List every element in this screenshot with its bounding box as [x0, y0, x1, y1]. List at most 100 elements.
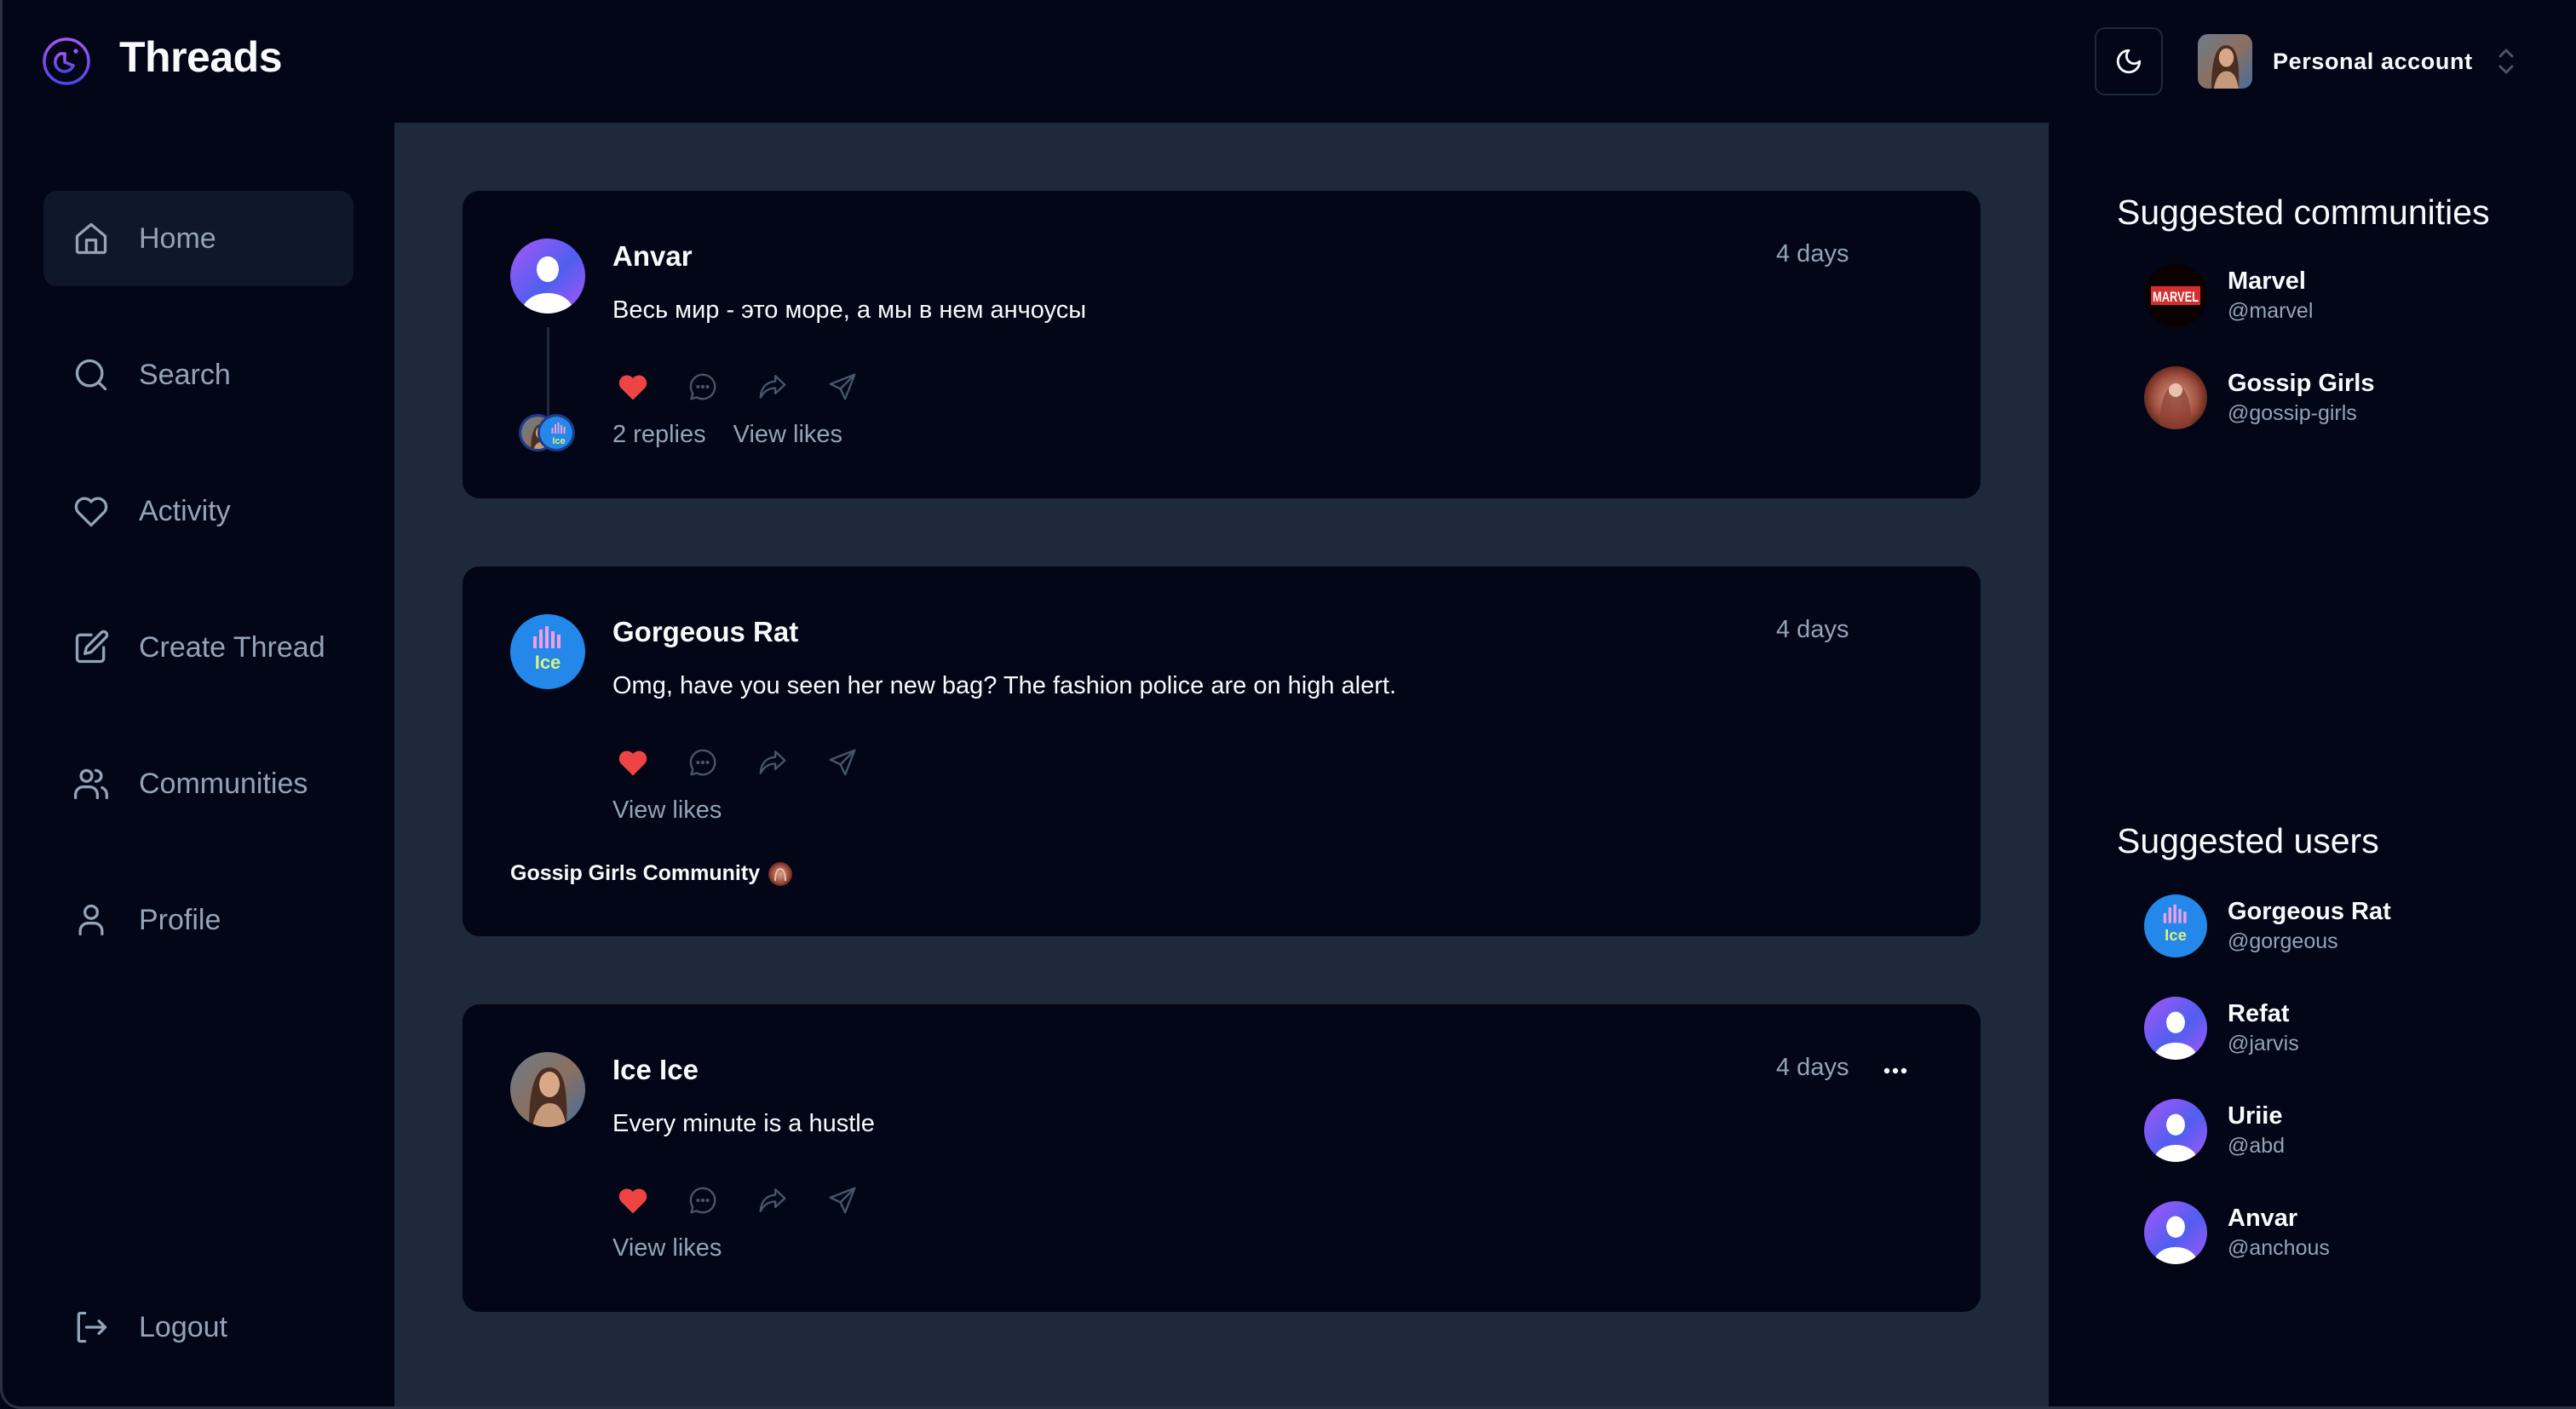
community-handle: @gossip-girls [2228, 401, 2357, 425]
user-handle: @anchous [2228, 1236, 2330, 1260]
reply-icon[interactable] [682, 1180, 723, 1221]
sidebar-item-label: Search [139, 358, 231, 391]
thread-card: Gorgeous Rat 4 days Omg, have you seen h… [463, 566, 1981, 936]
sidebar-item-create-thread[interactable]: Create Thread [43, 600, 354, 695]
thread-actions [612, 742, 863, 783]
user-name: Gorgeous Rat [2228, 898, 2391, 925]
suggested-users-heading: Suggested users [2117, 821, 2379, 860]
community-label: Gossip Girls Community [510, 861, 761, 885]
thread-content: Весь мир - это море, а мы в нем анчоусы [612, 296, 1087, 324]
logout-button[interactable]: Logout [43, 1280, 354, 1375]
view-likes-link[interactable]: View likes [612, 1234, 722, 1262]
theme-toggle-button[interactable] [2095, 27, 2163, 95]
community-name: Gossip Girls [2228, 370, 2375, 397]
thread-time: 4 days [1776, 616, 1849, 643]
user-handle: @jarvis [2228, 1032, 2299, 1055]
threads-logo-icon[interactable] [42, 37, 91, 86]
thread-meta: 2 replies View likes [612, 421, 842, 449]
share-icon[interactable] [822, 1180, 863, 1221]
sidebar-item-label: Profile [139, 903, 221, 936]
search-icon [71, 354, 112, 395]
community-avatar [768, 861, 793, 886]
logout-label: Logout [139, 1310, 227, 1343]
community-item-marvel[interactable]: MARVEL Marvel @marvel [2144, 264, 2313, 327]
thread-actions [612, 1180, 863, 1221]
user-name: Refat [2228, 1000, 2290, 1027]
reply-avatars [519, 414, 575, 451]
sidebar-item-label: Create Thread [139, 630, 325, 664]
sidebar-item-home[interactable]: Home [43, 191, 354, 286]
sidebar: Home Search Activity Create Thread Commu… [3, 123, 394, 1406]
sidebar-item-activity[interactable]: Activity [43, 463, 354, 559]
account-avatar [2198, 34, 2252, 89]
user-avatar [2144, 1201, 2207, 1264]
account-switcher[interactable]: Personal account [2198, 34, 2516, 89]
heart-filled-icon[interactable] [612, 1180, 653, 1221]
author-name[interactable]: Gorgeous Rat [612, 616, 798, 648]
user-name: Anvar [2228, 1205, 2298, 1232]
author-avatar[interactable] [510, 1052, 585, 1127]
thread-line [547, 327, 549, 421]
user-avatar [2144, 1099, 2207, 1162]
community-link[interactable]: Gossip Girls Community [510, 861, 793, 886]
reply-icon[interactable] [682, 742, 723, 783]
thread-meta: View likes [612, 797, 722, 825]
repost-icon[interactable] [752, 742, 793, 783]
thread-content: Every minute is a hustle [612, 1110, 875, 1137]
moon-icon [2114, 47, 2143, 76]
home-icon [71, 218, 112, 259]
heart-filled-icon[interactable] [612, 742, 653, 783]
user-item[interactable]: Gorgeous Rat @gorgeous [2144, 894, 2391, 958]
view-likes-link[interactable]: View likes [612, 797, 722, 825]
user-avatar [2144, 997, 2207, 1060]
reply-icon[interactable] [682, 366, 723, 407]
view-likes-link[interactable]: View likes [733, 421, 842, 449]
thread-meta: View likes [612, 1234, 722, 1262]
top-bar: Threads Personal account [3, 0, 2576, 123]
community-avatar [2144, 366, 2207, 429]
sidebar-item-search[interactable]: Search [43, 327, 354, 423]
sidebar-item-profile[interactable]: Profile [43, 872, 354, 968]
community-avatar: MARVEL [2144, 264, 2207, 327]
community-item-gossip-girls[interactable]: Gossip Girls @gossip-girls [2144, 366, 2374, 429]
edit-icon [71, 627, 112, 668]
share-icon[interactable] [822, 742, 863, 783]
sidebar-item-communities[interactable]: Communities [43, 736, 354, 831]
user-item[interactable]: Anvar @anchous [2144, 1201, 2330, 1264]
thread-card: Anvar 4 days Весь мир - это море, а мы в… [463, 191, 1981, 498]
thread-time: 4 days [1776, 240, 1849, 267]
author-name[interactable]: Ice Ice [612, 1054, 699, 1086]
author-name[interactable]: Anvar [612, 240, 693, 273]
app-title: Threads [119, 33, 283, 81]
logout-icon [71, 1307, 112, 1348]
thread-content: Omg, have you seen her new bag? The fash… [612, 672, 1396, 699]
chevron-up-down-icon [2497, 45, 2516, 78]
author-avatar[interactable] [510, 614, 585, 689]
user-name: Uriie [2228, 1102, 2283, 1130]
thread-card: Ice Ice 4 days Every minute is a hustle [463, 1004, 1981, 1312]
user-handle: @abd [2228, 1134, 2286, 1158]
replies-link[interactable]: 2 replies [612, 421, 706, 449]
community-name: Marvel [2228, 267, 2306, 295]
sidebar-item-label: Activity [139, 494, 231, 527]
svg-text:MARVEL: MARVEL [2153, 289, 2199, 305]
user-item[interactable]: Refat @jarvis [2144, 997, 2299, 1060]
user-avatar [2144, 894, 2207, 958]
more-options-icon[interactable] [1878, 1061, 1912, 1081]
author-avatar[interactable] [510, 239, 585, 313]
thread-actions [612, 366, 863, 407]
right-sidebar: Suggested communities MARVEL Marvel @mar… [2049, 123, 2576, 1406]
suggested-communities-heading: Suggested communities [2117, 193, 2490, 232]
sidebar-item-label: Communities [139, 767, 308, 800]
user-item[interactable]: Uriie @abd [2144, 1099, 2285, 1162]
user-icon [71, 900, 112, 940]
reply-avatar [538, 414, 575, 451]
repost-icon[interactable] [752, 366, 793, 407]
user-handle: @gorgeous [2228, 929, 2338, 953]
heart-icon [71, 491, 112, 532]
heart-filled-icon[interactable] [612, 366, 653, 407]
users-icon [71, 763, 112, 804]
repost-icon[interactable] [752, 1180, 793, 1221]
share-icon[interactable] [822, 366, 863, 407]
community-handle: @marvel [2228, 299, 2314, 323]
